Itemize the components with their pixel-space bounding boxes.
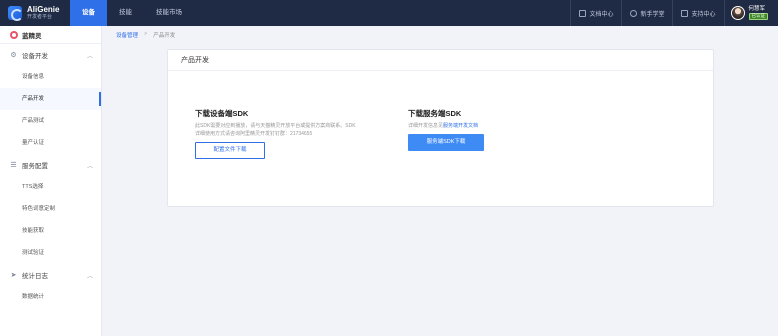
logo-subtitle: 开发者平台 — [27, 14, 53, 20]
doc-center-link[interactable]: 文档中心 — [570, 0, 621, 26]
breadcrumb-separator: > — [144, 31, 148, 37]
send-icon: ➤ — [10, 271, 17, 279]
server-sdk-desc-prefix: 详细开发信息见 — [408, 123, 444, 129]
sidebar-item-test-verify[interactable]: 测试验证 — [0, 242, 101, 264]
top-right-links: 文档中心 新手学堂 支持中心 何慧军 已认证 — [570, 0, 778, 26]
sidebar-group-label: 统计日志 — [22, 273, 48, 280]
sidebar-item-tts[interactable]: TTS选择 — [0, 176, 101, 198]
top-nav-skills[interactable]: 技能 — [107, 0, 144, 26]
top-nav-device[interactable]: 设备 — [70, 0, 107, 26]
sidebar-item-data-stats[interactable]: 数据统计 — [0, 286, 101, 308]
sidebar: 蓝精灵 ⚙ 设备开发 ︿ 设备信息 产品开发 产品测试 量产认证 ☰ 服务配置 … — [0, 26, 102, 336]
gear-icon: ⚙ — [10, 51, 17, 59]
beginner-academy-label: 新手学堂 — [640, 11, 665, 18]
server-dev-doc-link[interactable]: 服务端开发文档 — [443, 123, 478, 129]
support-icon — [681, 9, 689, 17]
chevron-up-icon: ︿ — [86, 163, 93, 170]
avatar — [730, 6, 745, 20]
server-sdk-description: 详细开发信息见服务端开发文档 — [408, 123, 573, 131]
question-icon — [630, 9, 638, 17]
doc-center-label: 文档中心 — [589, 11, 614, 18]
user-meta: 何慧军 已认证 — [748, 6, 768, 20]
sidebar-item-device-info[interactable]: 设备信息 — [0, 66, 101, 88]
config-file-download-button[interactable]: 配置文件下载 — [195, 142, 265, 159]
user-menu[interactable]: 何慧军 已认证 — [723, 0, 778, 26]
support-center-label: 支持中心 — [691, 11, 716, 18]
logo-text: AliGenie 开发者平台 — [27, 6, 59, 20]
breadcrumb: 设备管理 > 产品开发 — [116, 31, 175, 39]
server-sdk-download-button[interactable]: 服务端SDK下载 — [408, 134, 484, 151]
layers-icon: ☰ — [10, 161, 17, 169]
sidebar-item-skill-acquire[interactable]: 技能获取 — [0, 220, 101, 242]
product-dev-card: 产品开发 下载设备端SDK 此SDK需要对应到播放，请与天猫精灵开放平台或提供方… — [167, 49, 714, 207]
chevron-up-icon: ︿ — [86, 273, 93, 280]
document-icon — [579, 9, 587, 17]
product-icon — [10, 30, 18, 39]
sidebar-item-product-test[interactable]: 产品测试 — [0, 110, 101, 132]
sidebar-group-label: 服务配置 — [22, 163, 48, 170]
product-name: 蓝精灵 — [22, 32, 42, 40]
sidebar-item-product-dev[interactable]: 产品开发 — [0, 88, 101, 110]
sidebar-group-label: 设备开发 — [22, 53, 48, 60]
user-name: 何慧军 — [748, 6, 766, 12]
device-sdk-section: 下载设备端SDK 此SDK需要对应到播放，请与天猫精灵开放平台或提供方案商联系。… — [195, 108, 360, 138]
server-sdk-section: 下载服务端SDK 详细开发信息见服务端开发文档 — [408, 108, 573, 131]
sidebar-group-stats-logs[interactable]: ➤ 统计日志 ︿ — [0, 264, 101, 286]
sidebar-item-custom-words[interactable]: 特色词意定制 — [0, 198, 101, 220]
top-navigation-bar: AliGenie 开发者平台 设备 技能 技能市场 文档中心 新手学堂 支持中心… — [0, 0, 778, 26]
product-brand[interactable]: 蓝精灵 — [0, 26, 101, 44]
aligenie-logo-icon — [8, 6, 23, 21]
logo-title: AliGenie — [27, 5, 60, 14]
breadcrumb-root-link[interactable]: 设备管理 — [116, 31, 138, 39]
chevron-up-icon: ︿ — [86, 53, 93, 60]
support-center-link[interactable]: 支持中心 — [672, 0, 723, 26]
device-sdk-description: 此SDK需要对应到播放，请与天猫精灵开放平台或提供方案商联系。SDK详细使用方式… — [195, 123, 356, 137]
sidebar-item-mass-production-cert[interactable]: 量产认证 — [0, 132, 101, 154]
aligenie-logo[interactable]: AliGenie 开发者平台 — [0, 0, 70, 26]
sidebar-group-service-config[interactable]: ☰ 服务配置 ︿ — [0, 154, 101, 176]
sidebar-group-device-dev[interactable]: ⚙ 设备开发 ︿ — [0, 44, 101, 66]
top-nav-skill-market[interactable]: 技能市场 — [144, 0, 194, 26]
card-title: 产品开发 — [168, 50, 713, 71]
server-sdk-title: 下载服务端SDK — [408, 109, 462, 118]
breadcrumb-current: 产品开发 — [153, 33, 176, 39]
beginner-academy-link[interactable]: 新手学堂 — [621, 0, 672, 26]
verified-badge: 已认证 — [748, 13, 768, 20]
device-sdk-title: 下载设备端SDK — [195, 109, 249, 118]
top-nav-tabs: 设备 技能 技能市场 — [70, 0, 194, 26]
